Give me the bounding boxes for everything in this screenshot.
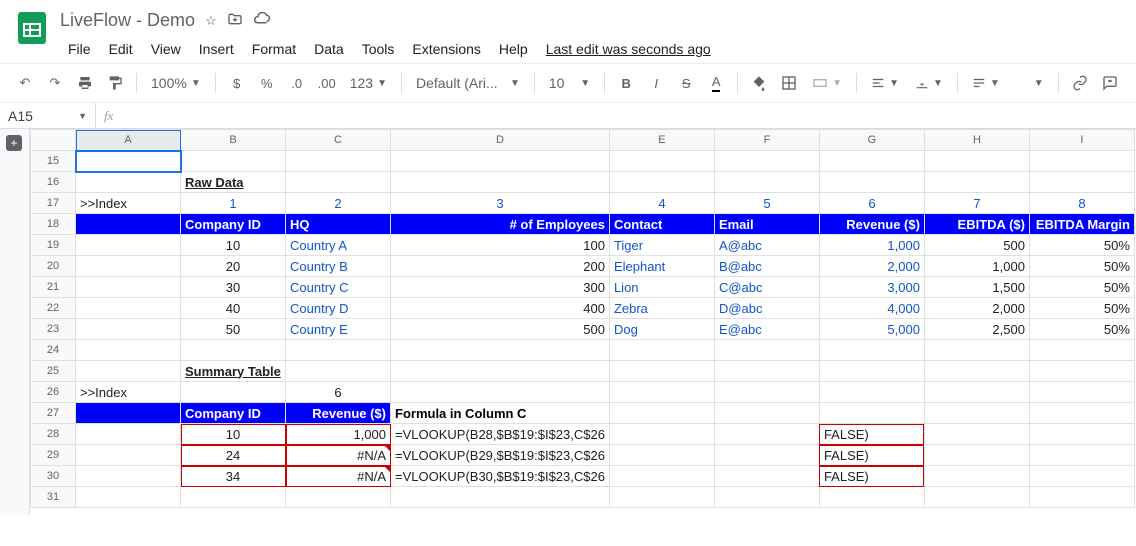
link-icon[interactable] [1067, 70, 1093, 96]
strike-icon[interactable]: S [673, 70, 699, 96]
redo-icon[interactable]: ↷ [42, 70, 68, 96]
formula-bar: A15▼ fx [0, 103, 1136, 129]
row-header[interactable]: 31 [31, 487, 76, 508]
sheets-logo[interactable] [12, 8, 52, 48]
col-header[interactable]: E [609, 130, 714, 151]
menu-edit[interactable]: Edit [101, 37, 141, 61]
last-edit-link[interactable]: Last edit was seconds ago [538, 37, 719, 61]
row-header[interactable]: 24 [31, 340, 76, 361]
decrease-decimal-icon[interactable]: .0 [284, 70, 310, 96]
menu-extensions[interactable]: Extensions [404, 37, 488, 61]
row-header[interactable]: 26 [31, 382, 76, 403]
spreadsheet-grid[interactable]: A B C D E F G H I 15 16 Raw Data 17 >>Ind… [30, 129, 1136, 515]
font-size-dropdown[interactable]: 10 ▼ [543, 75, 596, 91]
fill-color-icon[interactable] [746, 70, 772, 96]
row-header[interactable]: 19 [31, 235, 76, 256]
increase-decimal-icon[interactable]: .00 [314, 70, 340, 96]
name-box[interactable]: A15▼ [0, 108, 95, 124]
merge-dropdown[interactable]: ▼ [806, 75, 848, 91]
font-dropdown[interactable]: Default (Ari...▼ [410, 75, 526, 91]
zoom-dropdown[interactable]: 100%▼ [145, 75, 207, 91]
menu-format[interactable]: Format [244, 37, 304, 61]
italic-icon[interactable]: I [643, 70, 669, 96]
comment-icon[interactable] [1097, 70, 1123, 96]
row-header[interactable]: 30 [31, 466, 76, 487]
menu-tools[interactable]: Tools [354, 37, 403, 61]
percent-icon[interactable]: % [254, 70, 280, 96]
format-more-dropdown[interactable]: 123▼ [344, 75, 393, 91]
col-header[interactable]: H [924, 130, 1029, 151]
row-header[interactable]: 25 [31, 361, 76, 382]
col-header[interactable]: G [819, 130, 924, 151]
fx-icon: fx [96, 108, 121, 124]
cell[interactable]: >>Index [76, 193, 181, 214]
menu-insert[interactable]: Insert [191, 37, 242, 61]
row-header[interactable]: 21 [31, 277, 76, 298]
row-header[interactable]: 22 [31, 298, 76, 319]
expand-rows-icon[interactable]: + [6, 135, 22, 151]
row-header[interactable]: 28 [31, 424, 76, 445]
select-all-cell[interactable] [31, 130, 76, 151]
menu-view[interactable]: View [143, 37, 189, 61]
col-header[interactable]: F [714, 130, 819, 151]
paint-format-icon[interactable] [102, 70, 128, 96]
menu-data[interactable]: Data [306, 37, 352, 61]
halign-dropdown[interactable]: ▼ [865, 76, 905, 90]
menu-file[interactable]: File [60, 37, 99, 61]
row-header[interactable]: 29 [31, 445, 76, 466]
toolbar: ↶ ↷ 100%▼ $ % .0 .00 123▼ Default (Ari..… [0, 63, 1136, 103]
bold-icon[interactable]: B [613, 70, 639, 96]
row-header[interactable]: 23 [31, 319, 76, 340]
col-header[interactable]: I [1029, 130, 1134, 151]
rotate-dropdown[interactable]: ▼ [1010, 76, 1050, 90]
wrap-dropdown[interactable]: ▼ [966, 76, 1006, 90]
print-icon[interactable] [72, 70, 98, 96]
menubar: File Edit View Insert Format Data Tools … [60, 35, 1124, 63]
col-header[interactable]: B [181, 130, 286, 151]
row-header[interactable]: 18 [31, 214, 76, 235]
move-icon[interactable] [227, 11, 243, 30]
row-header[interactable]: 27 [31, 403, 76, 424]
text-color-icon[interactable]: A [703, 70, 729, 96]
header-bar: LiveFlow - Demo ☆ File Edit View Insert … [0, 0, 1136, 63]
currency-icon[interactable]: $ [224, 70, 250, 96]
col-header[interactable]: C [286, 130, 391, 151]
valign-dropdown[interactable]: ▼ [909, 76, 949, 90]
left-gutter: + [0, 129, 30, 515]
borders-icon[interactable] [776, 70, 802, 96]
col-header[interactable]: D [391, 130, 610, 151]
cell[interactable]: Raw Data [181, 172, 286, 193]
doc-title[interactable]: LiveFlow - Demo [60, 10, 195, 31]
cell-a15[interactable] [76, 151, 181, 172]
row-header[interactable]: 15 [31, 151, 76, 172]
menu-help[interactable]: Help [491, 37, 536, 61]
cloud-icon[interactable] [253, 12, 271, 29]
star-icon[interactable]: ☆ [205, 13, 217, 29]
col-header[interactable]: A [76, 130, 181, 151]
undo-icon[interactable]: ↶ [12, 70, 38, 96]
row-header[interactable]: 20 [31, 256, 76, 277]
row-header[interactable]: 17 [31, 193, 76, 214]
row-header[interactable]: 16 [31, 172, 76, 193]
